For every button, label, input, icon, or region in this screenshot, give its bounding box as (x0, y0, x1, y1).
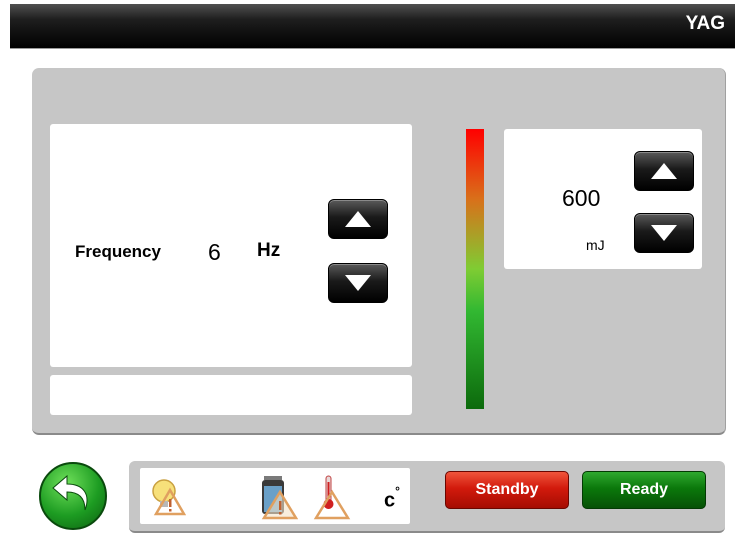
lamp-warning-icon (152, 479, 186, 516)
back-button[interactable] (39, 462, 107, 530)
frequency-panel: Frequency 6 Hz (50, 124, 412, 367)
energy-level-bar (466, 129, 484, 409)
down-arrow-icon (345, 275, 371, 291)
back-arrow-icon (52, 474, 88, 511)
frequency-value: 6 (208, 239, 221, 265)
laser-type-title: YAG (685, 13, 725, 34)
status-indicators: c° (140, 468, 410, 524)
temperature-unit: c° (384, 484, 400, 512)
standby-button[interactable]: Standby (445, 471, 569, 509)
frequency-unit: Hz (257, 240, 281, 261)
title-bar: YAG (10, 4, 735, 49)
message-display (50, 375, 412, 415)
energy-up-button[interactable] (634, 151, 694, 191)
main-control-panel: Frequency 6 Hz 600 mJ (32, 68, 726, 435)
up-arrow-icon (651, 163, 677, 179)
down-arrow-icon (651, 225, 677, 241)
water-tank-warning-icon (261, 476, 298, 520)
frequency-up-button[interactable] (328, 199, 388, 239)
temperature-warning-icon (313, 475, 351, 520)
frequency-label: Frequency (75, 242, 161, 261)
energy-value: 600 (562, 185, 601, 211)
energy-unit: mJ (586, 237, 605, 253)
energy-down-button[interactable] (634, 213, 694, 253)
up-arrow-icon (345, 211, 371, 227)
frequency-down-button[interactable] (328, 263, 388, 303)
ready-button[interactable]: Ready (582, 471, 706, 509)
status-bar: c° Standby Ready (129, 461, 725, 533)
